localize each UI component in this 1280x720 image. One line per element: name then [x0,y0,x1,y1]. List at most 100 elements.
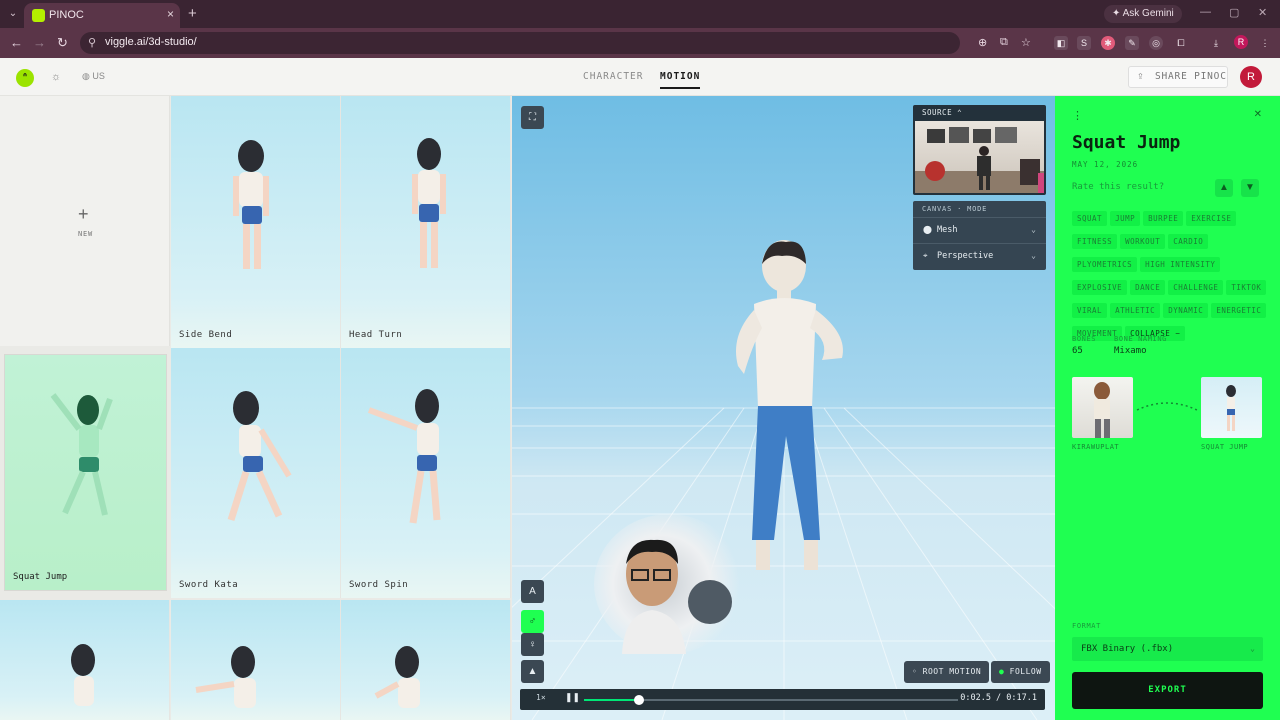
tag[interactable]: DANCE [1130,280,1166,295]
site-info-icon[interactable]: ⚲ [88,36,96,49]
environment-button[interactable]: ▲ [521,660,544,683]
timeline-scrubber-handle[interactable] [633,695,644,705]
motion-card[interactable] [171,600,341,720]
tab-character[interactable]: CHARACTER [583,71,643,82]
tag[interactable]: HIGH INTENSITY [1140,257,1221,272]
minimize-icon[interactable]: — [1200,6,1211,18]
tag[interactable]: ENERGETIC [1211,303,1267,318]
app-header: ᐢ ☼ ◍ US CHARACTER MOTION ⇪ SHARE PINOC … [0,58,1280,96]
chevron-down-icon: ⌄ [1250,644,1255,653]
tag[interactable]: PLYOMETRICS [1072,257,1138,272]
tab-search-icon[interactable]: ⌄ [6,7,20,21]
close-panel-icon[interactable]: ✕ [1254,109,1262,120]
female-toggle-button[interactable]: ♀ [521,633,544,656]
tag[interactable]: WORKOUT [1120,234,1166,249]
timeline-track[interactable] [584,695,958,705]
motion-card-side-bend[interactable]: Side Bend [171,96,341,348]
close-window-icon[interactable]: ✕ [1258,6,1267,19]
extension-s-icon[interactable]: S [1077,36,1091,50]
theme-sun-icon[interactable]: ☼ [51,71,61,83]
language-selector[interactable]: ◍ US [82,71,105,82]
tag[interactable]: EXPLOSIVE [1072,280,1128,295]
source-video-thumbnail[interactable] [915,121,1044,193]
source-label: SOURCE ⌃ [922,108,963,117]
globe-icon: ◍ [82,71,90,81]
extensions-puzzle-icon[interactable]: ⧠ [1174,36,1188,50]
pause-icon[interactable]: ❚❚ [565,692,580,703]
forward-icon[interactable]: → [33,35,46,50]
source-video-panel[interactable]: SOURCE ⌃ [913,105,1046,195]
mountain-icon: ▲ [527,666,538,677]
maximize-icon[interactable]: ▢ [1229,6,1239,19]
tag[interactable]: EXERCISE [1186,211,1237,226]
motion-card-sword-spin[interactable]: Sword Spin [341,348,511,598]
extension-pen-icon[interactable]: ✎ [1125,36,1139,50]
source-video-frame [915,127,1044,193]
back-icon[interactable]: ← [10,35,23,50]
extension-icon[interactable]: ◧ [1054,36,1068,50]
motion-card-squat-jump[interactable]: Squat Jump [4,354,167,591]
extension-red-icon[interactable]: ✱ [1101,36,1115,50]
motion-date: MAY 12, 2026 [1072,160,1139,169]
extension-circle-icon[interactable]: ◎ [1149,36,1163,50]
export-button[interactable]: EXPORT [1072,672,1263,709]
motion-card-sword-kata[interactable]: Sword Kata [171,348,341,598]
side-button-a[interactable]: A [521,580,544,603]
tag[interactable]: JUMP [1110,211,1141,226]
character-figure [50,393,113,516]
new-tab-icon[interactable]: + [188,5,197,22]
motion-card[interactable] [341,600,511,720]
follow-toggle[interactable]: ● FOLLOW [991,661,1050,683]
url-field[interactable]: ⚲ viggle.ai/3d-studio/ [80,32,960,54]
thumbs-down-button[interactable]: ▼ [1241,179,1259,197]
fullscreen-button[interactable]: ⛶ [521,106,544,129]
share-button[interactable]: ⇪ SHARE PINOC [1128,66,1228,88]
new-motion-card[interactable]: + NEW [0,96,170,346]
tag[interactable]: VIRAL [1072,303,1108,318]
format-value: FBX Binary (.fbx) [1081,644,1174,654]
tag[interactable]: CHALLENGE [1168,280,1224,295]
reload-icon[interactable]: ↻ [57,35,68,51]
root-motion-icon: ◦ [912,667,918,676]
follow-label: FOLLOW [1009,667,1042,676]
download-icon[interactable]: ⤓ [1209,36,1223,50]
target-motion-label: SQUAT JUMP [1201,443,1249,451]
tag[interactable]: DYNAMIC [1163,303,1209,318]
render-mode-select[interactable]: ⬤ Mesh ⌄ [913,217,1046,241]
install-app-icon[interactable]: ⧉ [1000,36,1008,49]
playback-speed-button[interactable]: 1× [536,693,546,702]
close-tab-icon[interactable]: × [167,7,174,21]
browser-tab[interactable]: PINOC × [24,3,180,28]
root-motion-toggle[interactable]: ◦ ROOT MOTION [904,661,990,683]
tag[interactable]: BURPEE [1143,211,1184,226]
source-character-thumbnail[interactable] [1072,377,1133,438]
tag[interactable]: CARDIO [1168,234,1209,249]
tag[interactable]: FITNESS [1072,234,1118,249]
more-options-icon[interactable]: ⋮ [1072,109,1083,122]
3d-viewport[interactable]: ⛶ SOURCE ⌃ CANVAS · MODE ⬤ Mesh ⌄ ⌖ Pers… [512,96,1055,720]
thumbs-up-button[interactable]: ▲ [1215,179,1233,197]
tab-motion[interactable]: MOTION [660,71,701,89]
tag[interactable]: TIKTOK [1226,280,1267,295]
camera-icon: ⌖ [923,251,928,260]
camera-mode-select[interactable]: ⌖ Perspective ⌄ [913,243,1046,267]
user-avatar[interactable]: R [1240,66,1262,88]
bookmark-star-icon[interactable]: ☆ [1021,36,1031,49]
format-select[interactable]: FBX Binary (.fbx) ⌄ [1072,637,1263,661]
bone-naming-label: BONE NAMING [1114,335,1167,343]
tag[interactable]: ATHLETIC [1110,303,1161,318]
gender-toggle-button[interactable]: ♂ [521,610,544,633]
browser-profile-avatar[interactable]: R [1234,35,1248,49]
tag[interactable]: SQUAT [1072,211,1108,226]
playback-time: 0:02.5 / 0:17.1 [960,693,1037,703]
motion-card[interactable] [0,600,170,720]
viggle-logo-icon[interactable]: ᐢ [16,69,34,87]
browser-menu-icon[interactable]: ⋮ [1258,36,1272,50]
ask-gemini-button[interactable]: ✦ Ask Gemini [1104,5,1182,23]
bones-label: BONES [1072,335,1097,343]
target-motion-thumbnail[interactable] [1201,377,1262,438]
language-label: US [92,71,105,81]
zoom-icon[interactable]: ⊕ [978,36,987,49]
thumbs-up-icon: ▲ [1219,182,1229,193]
motion-card-head-turn[interactable]: Head Turn [341,96,511,348]
